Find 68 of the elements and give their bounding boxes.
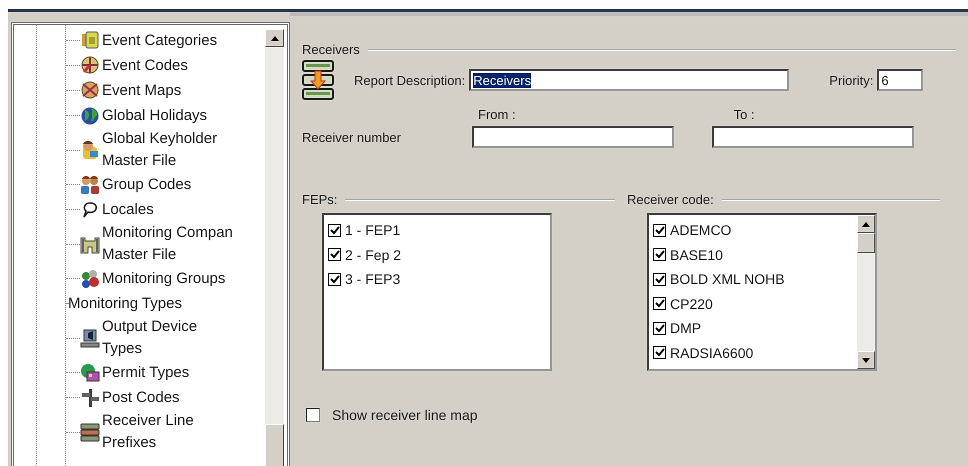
tree-item[interactable]: Monitoring Compan Master File [80, 222, 233, 266]
globe-icon [80, 106, 100, 126]
up-arrow-icon[interactable] [270, 36, 278, 40]
field-label: Receiver number [302, 130, 402, 144]
tree-item[interactable]: Post Codes [80, 386, 180, 408]
down-arrow-icon[interactable] [862, 358, 870, 362]
tree-item[interactable]: Event Codes [80, 54, 188, 76]
globe-icon [80, 362, 100, 382]
checkbox[interactable] [653, 224, 666, 237]
checkbox[interactable] [328, 272, 341, 286]
group-title: Receivers [302, 42, 360, 57]
tree-item[interactable]: Global Holidays [80, 104, 208, 126]
scrollbar[interactable] [265, 29, 284, 466]
checkbox[interactable] [653, 346, 666, 360]
checkbox[interactable] [328, 248, 341, 262]
tree-item[interactable]: Global Keyholder Master File [80, 128, 218, 172]
tree-item[interactable]: Monitoring Groups [80, 268, 226, 290]
checkbox[interactable] [653, 322, 666, 335]
receiver-code-label: ADEMCO [670, 222, 732, 238]
folder-icon [80, 30, 100, 50]
column-label: To : [734, 107, 755, 122]
fep-label: 3 - FEP3 [345, 271, 400, 288]
fep-label: 2 - Fep 2 [345, 246, 402, 263]
tree-item[interactable]: Event Maps [80, 80, 182, 102]
computer-icon [80, 328, 100, 348]
scrollbar-thumb[interactable] [857, 233, 875, 253]
priority-field[interactable]: 6 [877, 69, 924, 91]
receiver-code-label: DMP [670, 320, 702, 336]
checkbox[interactable] [653, 297, 666, 310]
up-arrow-icon[interactable] [862, 222, 870, 226]
tree-item[interactable]: Permit Types [80, 362, 190, 384]
tree-item[interactable]: Output Device Types [80, 316, 198, 360]
signpost-icon [80, 388, 100, 408]
person-icon [80, 140, 100, 160]
tree-item[interactable]: Event Categories [80, 30, 218, 52]
people-icon [80, 268, 100, 288]
group-title: Receiver code: [627, 192, 714, 207]
receiver-code-label: BASE10 [670, 246, 723, 263]
tree-item[interactable]: Receiver Line Prefixes [80, 410, 194, 454]
group-title: FEPs: [302, 192, 338, 207]
receiver-code-list[interactable]: ADEMCO BASE10 BOLD XML NOHB CP220 DMP RADSIA6600 [647, 213, 877, 371]
checkbox[interactable] [653, 272, 666, 286]
receiver-icon [80, 422, 100, 442]
tree-item[interactable]: Monitoring Types [68, 292, 182, 314]
receiver-icon [302, 59, 334, 101]
input-field[interactable] [472, 126, 674, 148]
checkbox[interactable] [328, 224, 341, 237]
column-label: From : [478, 107, 516, 122]
speech-bubble-icon [80, 200, 100, 220]
receiver-code-label: RADSIA6600 [670, 344, 754, 361]
scrollbar-thumb[interactable] [265, 424, 284, 466]
tree-item[interactable]: Locales [80, 198, 154, 220]
fep-list[interactable]: 1 - FEP1 2 - Fep 2 3 - FEP3 [322, 213, 552, 371]
badge-icon [80, 56, 100, 76]
receiver-code-label: CP220 [670, 296, 713, 312]
field-label: Priority: [829, 72, 874, 88]
report-description-field[interactable]: Receivers [469, 69, 790, 91]
badge-icon [80, 80, 100, 100]
checkbox[interactable] [306, 408, 320, 422]
receiver-code-label: BOLD XML NOHB [670, 271, 785, 288]
tree-item[interactable]: Group Codes [80, 174, 192, 196]
field-label: Report Description: [354, 72, 466, 88]
scrollbar[interactable] [857, 215, 875, 369]
checkbox[interactable] [653, 248, 666, 262]
input-field[interactable] [712, 126, 914, 148]
checkbox-label: Show receiver line map [332, 407, 478, 423]
people-icon [80, 174, 100, 194]
fep-label: 1 - FEP1 [345, 222, 400, 238]
